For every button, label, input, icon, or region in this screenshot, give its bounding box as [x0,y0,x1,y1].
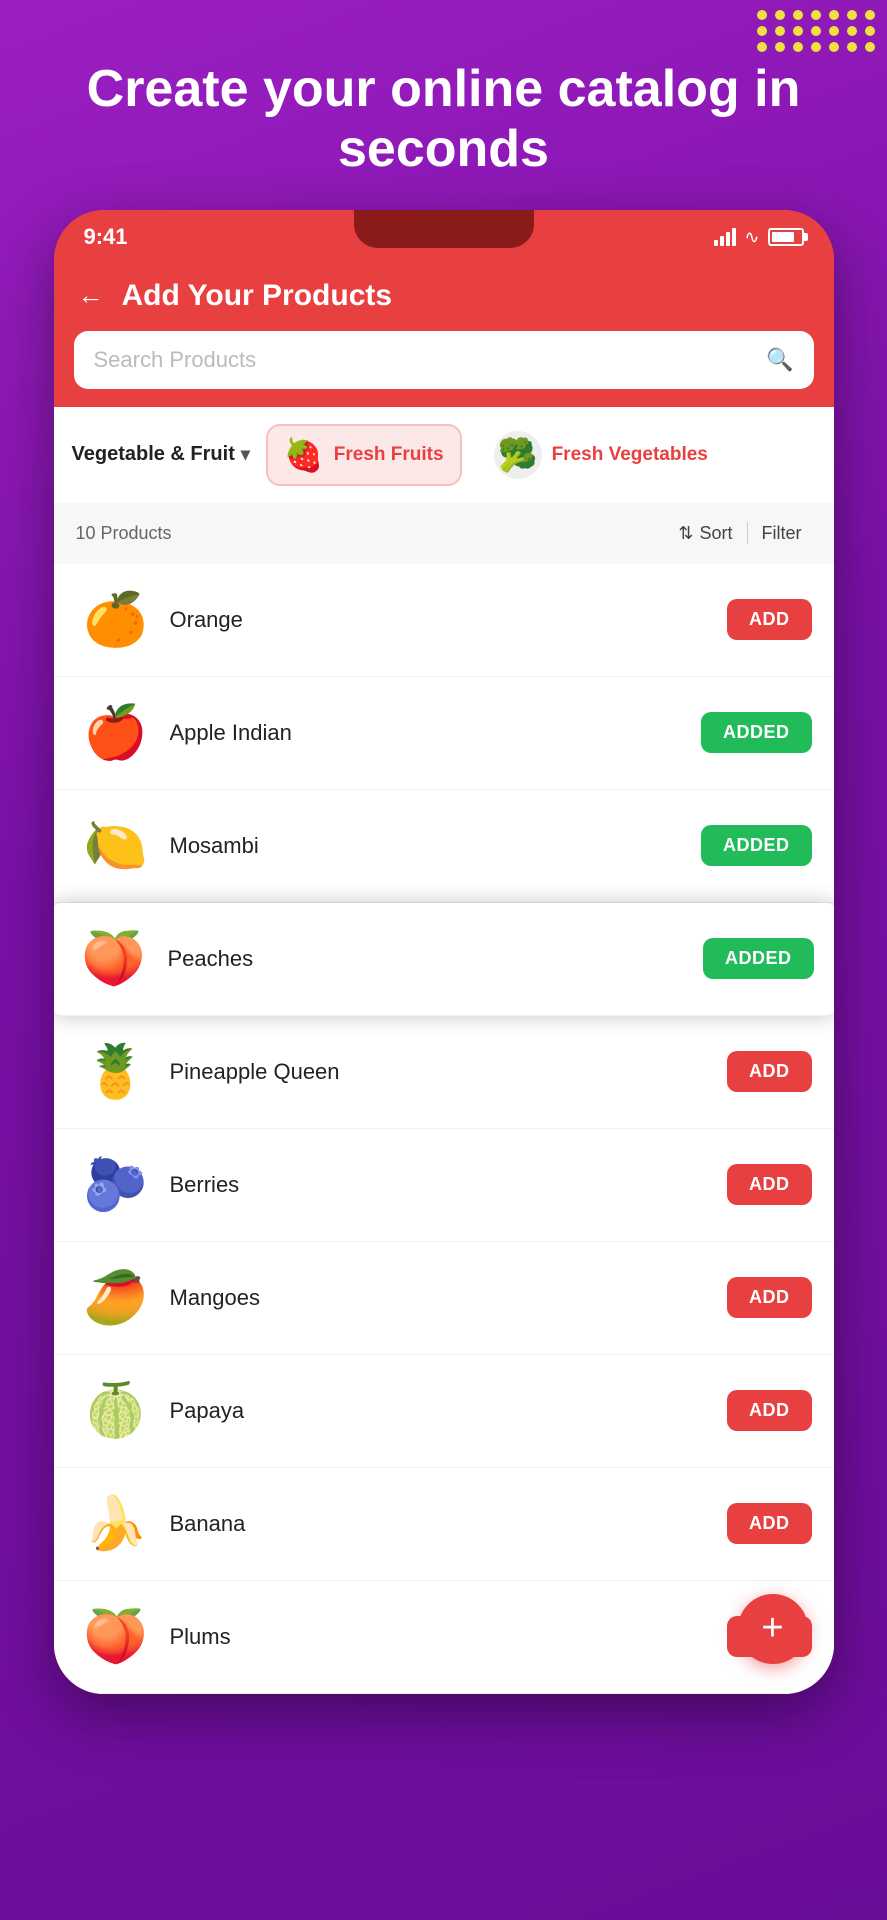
chevron-down-icon: ▾ [241,444,250,465]
list-item: 🥭MangoesADD [54,1242,834,1355]
search-icon: 🔍 [766,347,793,373]
filter-button[interactable]: Filter [752,517,812,550]
fresh-fruits-label: Fresh Fruits [334,444,444,466]
list-item: 🍑PlumsADD [54,1581,834,1694]
phone-mockup: 9:41 ∿ ← Add Your Products Search Produc… [54,210,834,1694]
pineapple-queen-name: Pineapple Queen [156,1059,728,1085]
banana-name: Banana [156,1511,728,1537]
peaches-added-button[interactable]: ADDED [703,938,814,979]
plums-icon: 🍑 [76,1597,156,1677]
list-item: 🍈PapayaADD [54,1355,834,1468]
sort-label: Sort [699,523,732,544]
list-item: 🍊OrangeADD [54,564,834,677]
status-time: 9:41 [84,224,128,250]
divider [747,522,748,544]
products-count: 10 Products [76,523,172,544]
search-box[interactable]: Search Products 🔍 [74,331,814,389]
dots-decoration [757,10,877,52]
peaches-name: Peaches [154,946,703,972]
fresh-vegetables-icon: 🥦 [494,431,542,479]
app-header: ← Add Your Products [54,265,834,331]
pineapple-queen-icon: 🍍 [76,1032,156,1112]
fresh-fruits-icon: 🍓 [284,436,324,474]
plums-name: Plums [156,1624,728,1650]
content-area: Vegetable & Fruit ▾ 🍓 Fresh Fruits 🥦 Fre… [54,407,834,1694]
search-container: Search Products 🔍 [54,331,834,407]
mangoes-icon: 🥭 [76,1258,156,1338]
berries-add-button[interactable]: ADD [727,1164,812,1205]
hero-title: Create your online catalog in seconds [0,60,887,180]
category-row: Vegetable & Fruit ▾ 🍓 Fresh Fruits 🥦 Fre… [54,407,834,503]
mosambi-icon: 🍋 [76,806,156,886]
category-chip-fresh-fruits[interactable]: 🍓 Fresh Fruits [266,424,462,486]
signal-bars-icon [714,228,736,246]
papaya-add-button[interactable]: ADD [727,1390,812,1431]
list-item: 🍍Pineapple QueenADD [54,1016,834,1129]
page-title: Add Your Products [122,279,393,313]
wifi-icon: ∿ [744,227,759,248]
list-item: 🫐BerriesADD [54,1129,834,1242]
orange-name: Orange [156,607,728,633]
sort-icon: ⇅ [678,523,693,544]
apple-indian-icon: 🍎 [76,693,156,773]
sort-filter-row: ⇅ Sort Filter [668,517,811,550]
mangoes-add-button[interactable]: ADD [727,1277,812,1318]
back-button[interactable]: ← [78,280,104,311]
category-dropdown-label: Vegetable & Fruit [72,443,235,466]
category-chip-fresh-vegetables[interactable]: 🥦 Fresh Vegetables [478,421,724,489]
papaya-name: Papaya [156,1398,728,1424]
papaya-icon: 🍈 [76,1371,156,1451]
list-item: 🍌BananaADD [54,1468,834,1581]
banana-add-button[interactable]: ADD [727,1503,812,1544]
battery-icon [768,228,804,246]
peaches-icon: 🍑 [74,919,154,999]
fab-add-button[interactable]: + [738,1594,808,1664]
product-list: 🍊OrangeADD🍎Apple IndianADDED🍋MosambiADDE… [54,564,834,1694]
status-bar: 9:41 ∿ [54,210,834,265]
banana-icon: 🍌 [76,1484,156,1564]
berries-name: Berries [156,1172,728,1198]
orange-icon: 🍊 [76,580,156,660]
apple-indian-added-button[interactable]: ADDED [701,712,812,753]
list-item: 🍎Apple IndianADDED [54,677,834,790]
sort-button[interactable]: ⇅ Sort [668,517,742,550]
orange-add-button[interactable]: ADD [727,599,812,640]
category-dropdown[interactable]: Vegetable & Fruit ▾ [72,443,250,466]
apple-indian-name: Apple Indian [156,720,701,746]
fresh-vegetables-label: Fresh Vegetables [552,444,708,466]
pineapple-queen-add-button[interactable]: ADD [727,1051,812,1092]
products-header: 10 Products ⇅ Sort Filter [54,503,834,564]
list-item: 🍑PeachesADDED [54,903,834,1016]
mangoes-name: Mangoes [156,1285,728,1311]
list-item: 🍋MosambiADDED [54,790,834,903]
status-icons: ∿ [714,227,803,248]
search-input[interactable]: Search Products [94,347,257,373]
mosambi-name: Mosambi [156,833,701,859]
mosambi-added-button[interactable]: ADDED [701,825,812,866]
berries-icon: 🫐 [76,1145,156,1225]
